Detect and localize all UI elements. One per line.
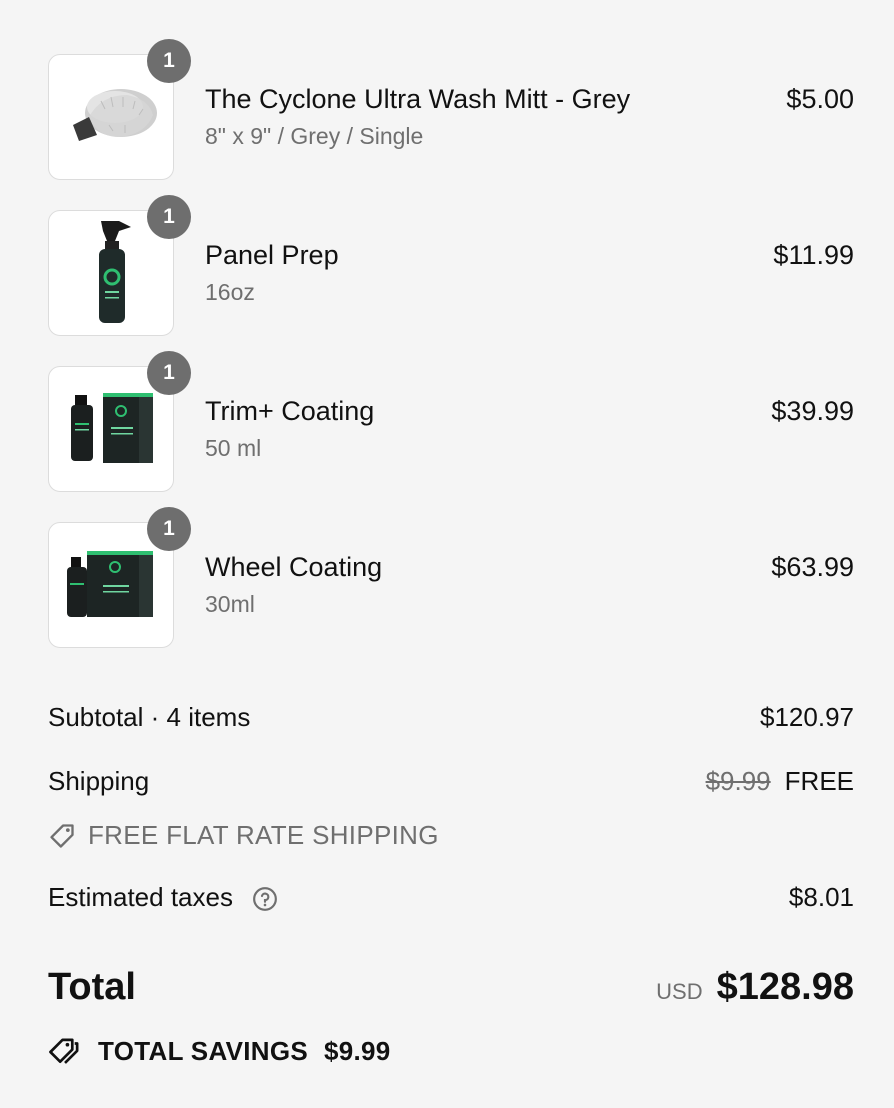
total-label: Total	[48, 966, 136, 1008]
item-variant: 30ml	[205, 591, 255, 617]
quantity-badge: 1	[147, 351, 191, 395]
line-item: 1 Panel Prep 16oz $11.99	[0, 195, 894, 340]
taxes-row: Estimated taxes $8.01	[48, 882, 854, 913]
subtotal-row: Subtotal · 4 items $120.97	[48, 702, 854, 733]
line-item: 1 Wheel Coating 30ml $63.99	[0, 507, 894, 652]
item-name: Trim+ Coating	[205, 396, 375, 426]
item-variant: 16oz	[205, 279, 255, 305]
subtotal-value: $120.97	[760, 702, 854, 732]
shipping-row: Shipping $9.99 FREE	[48, 766, 854, 797]
taxes-label: Estimated taxes	[48, 882, 233, 912]
quantity-badge: 1	[147, 195, 191, 239]
total-amount-group: USD $128.98	[656, 966, 854, 1009]
item-price: $11.99	[773, 240, 854, 270]
currency-code: USD	[656, 979, 703, 1004]
tags-icon	[49, 1038, 79, 1064]
item-price: $63.99	[771, 552, 854, 582]
tag-icon	[50, 823, 74, 848]
item-name: Panel Prep	[205, 240, 339, 270]
item-price: $5.00	[786, 84, 854, 114]
product-thumbnail: 1	[48, 351, 191, 492]
quantity-badge: 1	[147, 39, 191, 83]
shipping-value: FREE	[784, 766, 854, 796]
item-name: Wheel Coating	[205, 552, 383, 582]
total-row: Total USD $128.98	[48, 966, 854, 1009]
total-savings: TOTAL SAVINGS $9.99	[48, 1036, 391, 1067]
shipping-label: Shipping	[48, 766, 150, 796]
total-value: $128.98	[716, 966, 854, 1008]
item-variant: 8" x 9" / Grey / Single	[205, 123, 424, 149]
shipping-original-price: $9.99	[705, 766, 771, 796]
savings-label: TOTAL SAVINGS	[98, 1036, 308, 1066]
product-thumbnail: 1	[48, 195, 191, 336]
product-thumbnail: 1	[48, 39, 191, 180]
item-name: The Cyclone Ultra Wash Mitt - Grey	[205, 84, 631, 114]
discount-label: FREE FLAT RATE SHIPPING	[88, 820, 439, 850]
taxes-value: $8.01	[788, 882, 854, 912]
item-variant: 50 ml	[205, 435, 262, 461]
quantity-badge: 1	[147, 507, 191, 551]
product-thumbnail: 1	[48, 507, 191, 648]
savings-value: $9.99	[324, 1036, 391, 1066]
item-price: $39.99	[771, 396, 854, 426]
subtotal-label: Subtotal · 4 items	[48, 702, 251, 732]
line-item: 1 The Cyclone Ultra Wash Mitt - Grey 8" …	[0, 39, 894, 184]
shipping-values: $9.99 FREE	[706, 766, 854, 797]
shipping-discount: FREE FLAT RATE SHIPPING	[48, 820, 439, 851]
taxes-label-group: Estimated taxes	[48, 882, 278, 913]
question-circle-icon[interactable]	[252, 886, 278, 912]
line-item: 1 Trim+ Coating 50 ml $39.99	[0, 351, 894, 496]
